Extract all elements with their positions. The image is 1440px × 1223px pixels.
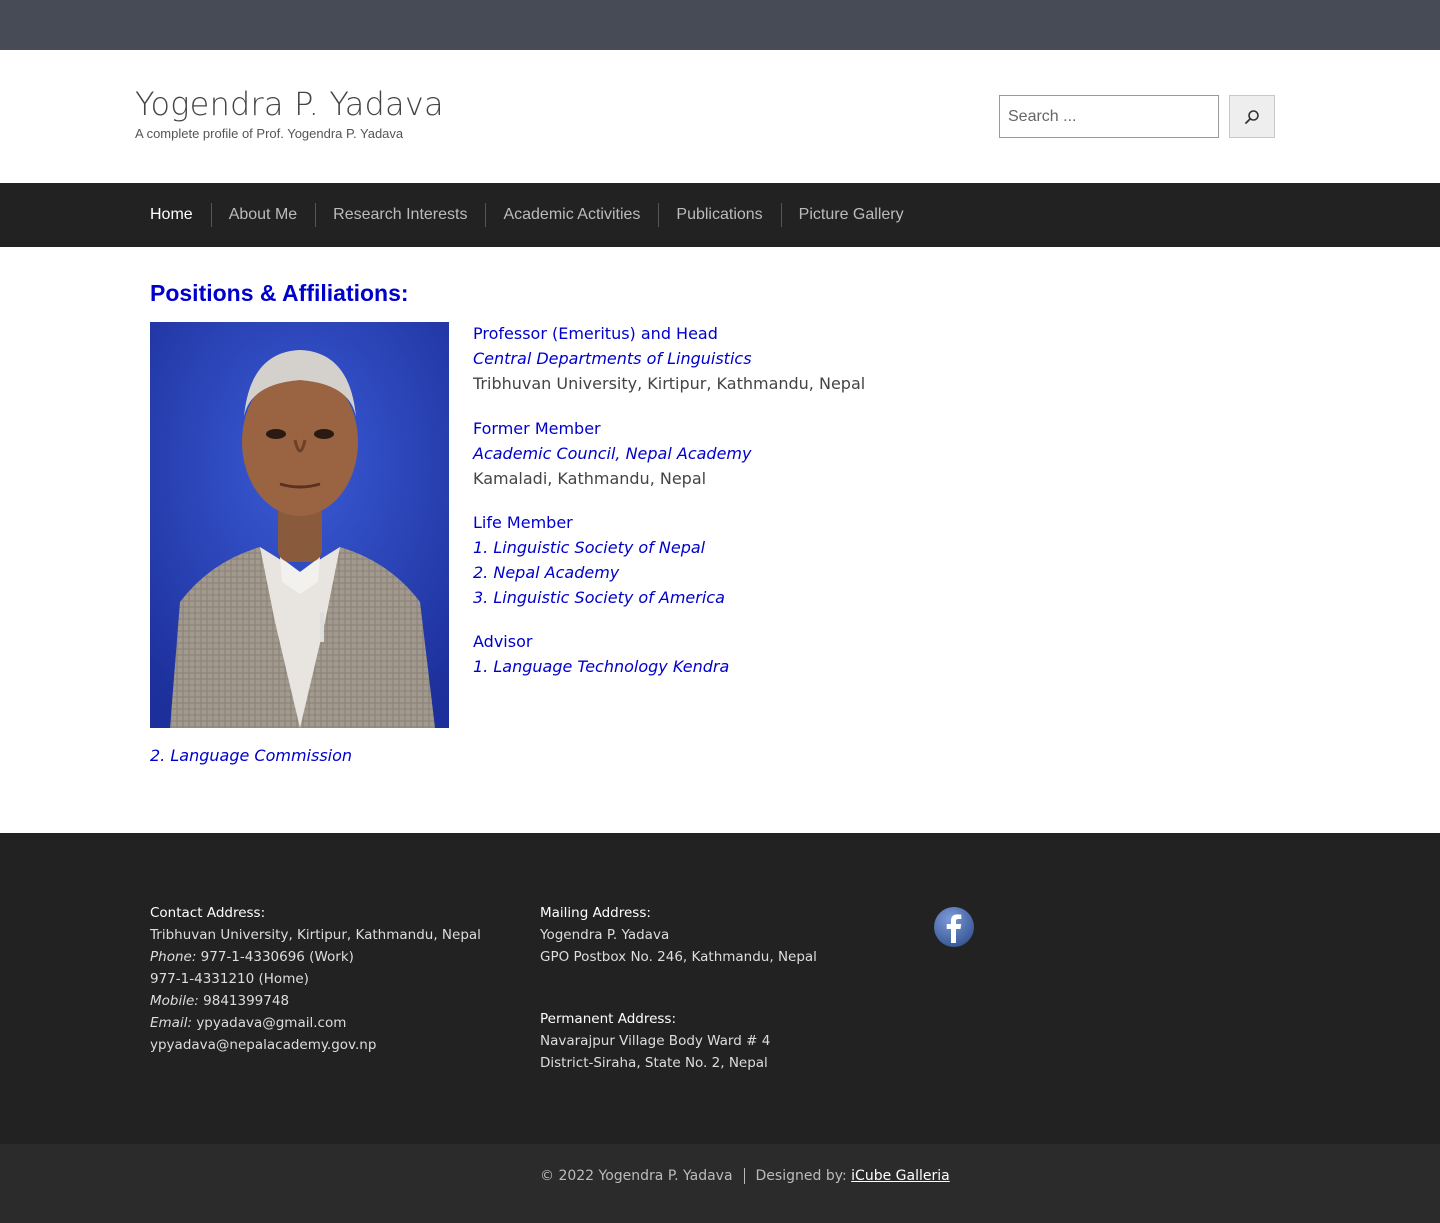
permanent-line-1: Navarajpur Village Body Ward # 4 <box>540 1033 771 1049</box>
affiliation-1: Professor (Emeritus) and Head Central De… <box>473 321 865 396</box>
email-secondary: ypyadava@nepalacademy.gov.np <box>150 1037 377 1053</box>
contact-address: Tribhuvan University, Kirtipur, Kathmand… <box>150 927 481 943</box>
email-label: Email: <box>150 1015 193 1031</box>
affiliation-organization: 2. Nepal Academy <box>473 563 620 582</box>
affiliation-title: Life Member <box>473 513 573 532</box>
affiliation-organization: 1. Language Technology Kendra <box>473 657 730 676</box>
affiliation-title: Former Member <box>473 419 601 438</box>
affiliation-organization: 3. Linguistic Society of America <box>473 588 725 607</box>
permanent-heading: Permanent Address: <box>540 1011 677 1027</box>
site-title[interactable]: Yogendra P. Yadava <box>135 85 444 123</box>
affiliation-organization: 2. Language Commission <box>150 746 353 765</box>
phone-work: Phone: 977-1-4330696 (Work) <box>150 946 481 968</box>
mobile-label: Mobile: <box>150 993 199 1009</box>
affiliation-organization: Central Departments of Linguistics <box>473 349 752 368</box>
mailing-heading: Mailing Address: <box>540 905 651 921</box>
phone-home: 977-1-4331210 (Home) <box>150 971 309 987</box>
affiliation-title: Professor (Emeritus) and Head <box>473 324 718 343</box>
affiliation-title: Advisor <box>473 632 533 651</box>
contact-heading: Contact Address: <box>150 905 266 921</box>
nav-item-picture-gallery[interactable]: Picture Gallery <box>780 183 922 247</box>
nav-item-home[interactable]: Home <box>150 183 211 247</box>
affiliation-4: Advisor 1. Language Technology Kendra <box>473 629 729 679</box>
mailing-address-block: Mailing Address: Yogendra P. Yadava GPO … <box>540 902 817 968</box>
affiliation-organization: 1. Linguistic Society of Nepal <box>473 538 706 557</box>
search-icon <box>1245 109 1259 124</box>
site-tagline: A complete profile of Prof. Yogendra P. … <box>135 126 404 141</box>
search-button[interactable] <box>1229 95 1275 138</box>
mailing-line-1: Yogendra P. Yadava <box>540 927 670 943</box>
profile-photo <box>150 322 449 728</box>
page-heading: Positions & Affiliations: <box>150 280 409 306</box>
nav-menu: Home About Me Research Interests Academi… <box>150 183 922 247</box>
search-input[interactable] <box>999 95 1219 138</box>
mobile-value: 9841399748 <box>203 993 290 1009</box>
separator <box>743 1168 745 1184</box>
mobile: Mobile: 9841399748 <box>150 990 481 1012</box>
nav-item-research-interests[interactable]: Research Interests <box>315 183 485 247</box>
phone-work-value: 977-1-4330696 (Work) <box>200 949 354 965</box>
email-primary-value: ypyadava@gmail.com <box>196 1015 347 1031</box>
phone-label: Phone: <box>150 949 197 965</box>
affiliation-location: Kamaladi, Kathmandu, Nepal <box>473 469 707 488</box>
affiliation-organization: Academic Council, Nepal Academy <box>473 444 752 463</box>
contact-address-block: Contact Address: Tribhuvan University, K… <box>150 902 481 1056</box>
main-navigation: Home About Me Research Interests Academi… <box>0 183 1440 247</box>
affiliation-location: Tribhuvan University, Kirtipur, Kathmand… <box>473 374 866 393</box>
copyright-bar: © 2022 Yogendra P. Yadava Designed by: i… <box>540 1168 950 1184</box>
permanent-line-2: District-Siraha, State No. 2, Nepal <box>540 1055 768 1071</box>
nav-item-academic-activities[interactable]: Academic Activities <box>485 183 658 247</box>
affiliation-3: Life Member 1. Linguistic Society of Nep… <box>473 510 725 610</box>
top-bar <box>0 0 1440 50</box>
copyright-text: © 2022 Yogendra P. Yadava <box>540 1168 733 1184</box>
permanent-address-block: Permanent Address: Navarajpur Village Bo… <box>540 1008 770 1074</box>
designed-by-label: Designed by: <box>755 1168 847 1184</box>
designer-link[interactable]: iCube Galleria <box>851 1168 950 1184</box>
mailing-line-2: GPO Postbox No. 246, Kathmandu, Nepal <box>540 949 817 965</box>
affiliation-2: Former Member Academic Council, Nepal Ac… <box>473 416 751 491</box>
nav-item-publications[interactable]: Publications <box>658 183 780 247</box>
email-primary: Email: ypyadava@gmail.com <box>150 1012 481 1034</box>
nav-item-about-me[interactable]: About Me <box>210 183 315 247</box>
facebook-icon[interactable] <box>934 907 974 947</box>
